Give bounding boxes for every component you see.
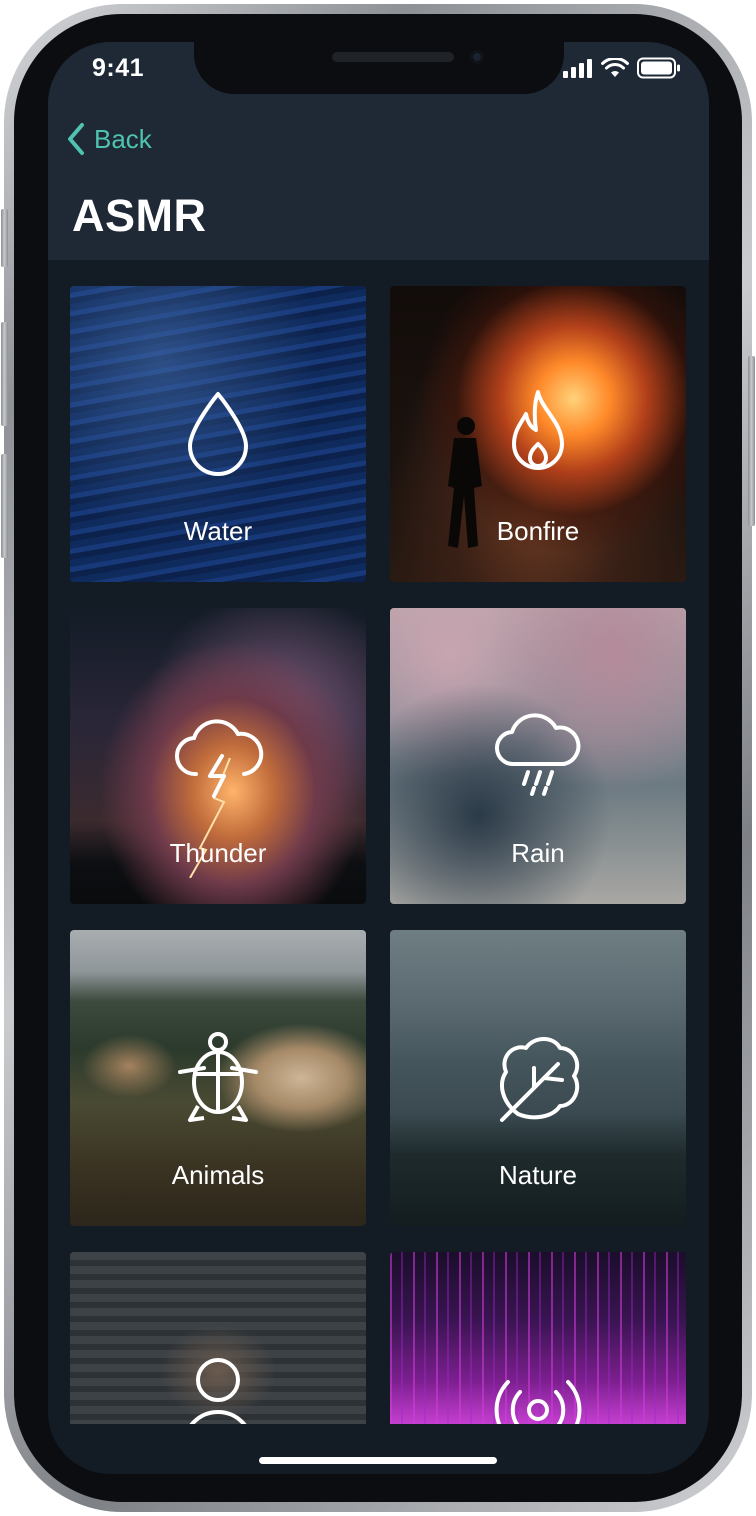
wifi-icon xyxy=(601,58,629,77)
tile-rain[interactable]: Rain xyxy=(390,608,686,904)
broadcast-icon xyxy=(494,1380,582,1424)
tile-label: Bonfire xyxy=(496,516,580,546)
side-button xyxy=(748,356,755,526)
back-button[interactable]: Back xyxy=(66,122,152,156)
tile-label: Rain xyxy=(511,838,565,868)
chevron-left-icon xyxy=(68,123,84,155)
home-indicator[interactable] xyxy=(259,1457,497,1464)
tile-label: Thunder xyxy=(169,838,267,868)
battery-icon xyxy=(637,57,680,79)
tile-person[interactable] xyxy=(70,1252,366,1424)
notch xyxy=(194,42,564,94)
back-label: Back xyxy=(94,123,152,154)
tile-label: Water xyxy=(183,516,253,546)
turtle-icon xyxy=(178,1032,258,1122)
status-time: 9:41 xyxy=(92,54,145,82)
tile-water[interactable]: Water xyxy=(70,286,366,582)
rain-cloud-icon xyxy=(495,713,581,796)
page-title: ASMR xyxy=(72,190,207,241)
tile-label: Nature xyxy=(498,1160,578,1190)
person-icon xyxy=(189,1358,247,1424)
tile-thunder[interactable]: Thunder xyxy=(70,608,366,904)
tile-nature[interactable]: Nature xyxy=(390,930,686,1226)
signal-icon xyxy=(563,59,592,78)
water-drop-icon xyxy=(188,392,248,476)
volume-down-button xyxy=(1,454,8,558)
thunder-cloud-icon xyxy=(174,719,264,798)
front-camera xyxy=(470,50,484,64)
status-icons xyxy=(563,57,681,79)
tile-animals[interactable]: Animals xyxy=(70,930,366,1226)
tile-bonfire[interactable]: Bonfire xyxy=(390,286,686,582)
tile-label: Animals xyxy=(171,1160,265,1190)
flame-icon xyxy=(512,390,564,470)
screen: 9:41 Back ASMR Water Bonfire Thunder Rai… xyxy=(48,42,709,1474)
mute-switch xyxy=(1,209,8,267)
speaker xyxy=(332,52,454,62)
leaf-icon xyxy=(500,1037,580,1122)
tile-broadcast[interactable] xyxy=(390,1252,686,1424)
volume-up-button xyxy=(1,322,8,426)
